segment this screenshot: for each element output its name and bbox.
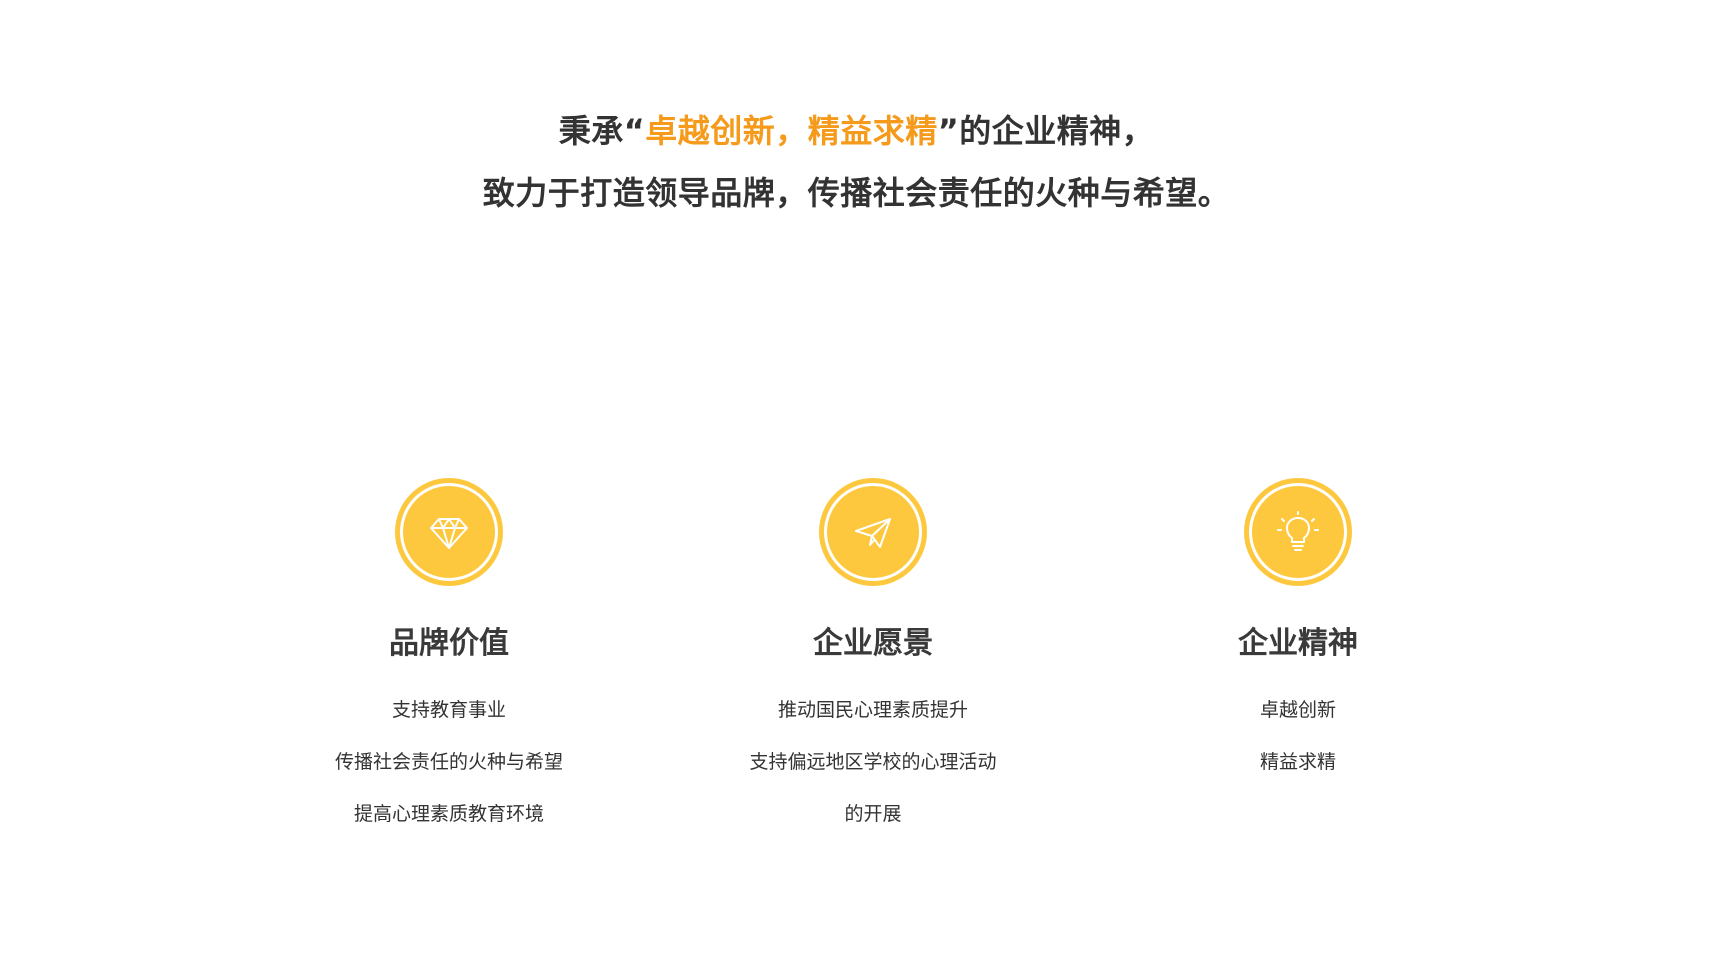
feature-brand-value: 品牌价值 支持教育事业 传播社会责任的火种与希望 提高心理素质教育环境 — [239, 478, 659, 840]
headline-line-1: 秉承“卓越创新，精益求精”的企业精神， — [0, 106, 1713, 152]
feature-line: 提高心理素质教育环境 — [353, 803, 544, 825]
feature-description: 卓越创新 精益求精 — [1088, 684, 1508, 788]
feature-title: 品牌价值 — [389, 626, 509, 661]
feature-line: 传播社会责任的火种与希望 — [334, 751, 563, 773]
feature-vision: 企业愿景 推动国民心理素质提升 支持偏远地区学校的心理活动 的开展 — [663, 478, 1083, 840]
headline-suffix: ”的企业精神， — [937, 112, 1155, 150]
headline-prefix: 秉承“ — [558, 112, 646, 150]
feature-line: 支持偏远地区学校的心理活动 — [749, 751, 997, 773]
feature-line: 卓越创新 — [1259, 699, 1336, 721]
feature-badge — [395, 478, 503, 586]
feature-badge — [819, 478, 927, 586]
feature-description: 推动国民心理素质提升 支持偏远地区学校的心理活动 的开展 — [663, 684, 1083, 840]
feature-title: 企业精神 — [1238, 626, 1358, 661]
lightbulb-icon — [1277, 511, 1319, 551]
feature-line: 推动国民心理素质提升 — [777, 699, 968, 721]
diamond-icon — [430, 518, 468, 549]
feature-line: 的开展 — [844, 803, 902, 825]
feature-title: 企业愿景 — [813, 626, 933, 661]
feature-line: 精益求精 — [1259, 751, 1336, 773]
feature-line: 支持教育事业 — [391, 699, 506, 721]
headline-accent: 卓越创新，精益求精 — [645, 112, 938, 150]
paper-plane-icon — [855, 518, 891, 548]
feature-spirit: 企业精神 卓越创新 精益求精 — [1088, 478, 1508, 788]
feature-description: 支持教育事业 传播社会责任的火种与希望 提高心理素质教育环境 — [239, 684, 659, 840]
headline-line-2: 致力于打造领导品牌，传播社会责任的火种与希望。 — [482, 174, 1231, 212]
feature-badge — [1244, 478, 1352, 586]
